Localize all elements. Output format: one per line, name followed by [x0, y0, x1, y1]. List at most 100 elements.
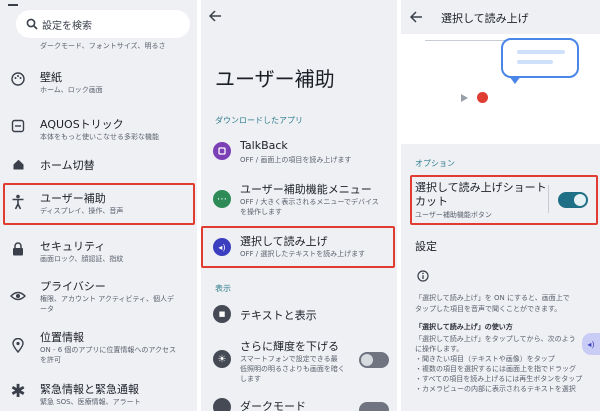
settings-item-sub: 本体をもっと使いこなせる多彩な機能: [40, 133, 159, 141]
howto-title: 「選択して読み上げ」の使い方: [415, 323, 513, 331]
settings-item-sub: を許可: [40, 356, 61, 364]
home-icon: [10, 156, 26, 172]
play-icon: [461, 94, 468, 102]
shortcut-sub: ユーザー補助機能ボタン: [415, 211, 492, 219]
text-display-item[interactable]: ■ テキストと表示: [201, 302, 397, 326]
howto-line: ・すべての項目を読み上げるには再生ボタンをタップ: [415, 375, 583, 383]
info-icon: [415, 268, 431, 284]
page-title: ユーザー補助: [215, 67, 335, 91]
settings-item-title: 壁紙: [40, 71, 62, 84]
settings-item-sub: ON - 6 個のアプリに位置情報へのアクセス: [40, 346, 177, 354]
dark-mode-icon: [213, 398, 231, 411]
settings-item-title: プライバシー: [40, 280, 106, 293]
settings-panel: 設定を検索 ダークモード、フォントサイズ、明るさ 壁紙 ホーム、ロック画面 AQ…: [0, 0, 197, 411]
section-header-downloaded: ダウンロードしたアプリ: [215, 116, 303, 125]
settings-item-sub: 緊急 SOS、医療情報、アラート: [40, 398, 141, 406]
howto-line: ・カメラビューの内部に表示されるテキストを選択: [415, 385, 576, 393]
item-sub: します: [240, 375, 261, 383]
dark-mode-toggle[interactable]: [359, 402, 389, 411]
display-sub-partial: ダークモード、フォントサイズ、明るさ: [40, 42, 166, 50]
howto-line: ・複数の項目を選択するには画面上を指でドラッグ: [415, 365, 576, 373]
extra-dim-item[interactable]: ☀ さらに輝度を下げる スマートフォンで設定できる最 低照明の明るさよりも画面を…: [201, 336, 397, 386]
settings-item-sub: ータ: [40, 305, 54, 313]
speaker-icon: ◂): [587, 339, 595, 349]
item-sub: OFF / 画面上の項目を読み上げます: [240, 156, 352, 164]
top-partial-icon: [8, 0, 18, 6]
item-sub: OFF / 選択したテキストを読み上げます: [240, 250, 366, 258]
back-arrow-icon[interactable]: [408, 9, 424, 25]
howto-line: ・聞きたい項目（テキストや画像）をタップ: [415, 355, 555, 363]
select-to-speak-item[interactable]: ◂) 選択して読み上げ OFF / 選択したテキストを読み上げます: [201, 226, 395, 268]
palette-icon: [10, 71, 26, 87]
accessibility-menu-item[interactable]: ⋯ ユーザー補助機能メニュー OFF / 大きく表示されるメニューでデバイス を…: [201, 179, 397, 221]
settings-item-title: 位置情報: [40, 331, 84, 344]
extra-dim-toggle[interactable]: [359, 352, 389, 368]
search-icon: [24, 16, 40, 32]
settings-item-accessibility[interactable]: ユーザー補助 ディスプレイ、操作、音声: [3, 183, 195, 225]
item-sub: スマートフォンで設定できる最: [240, 355, 338, 363]
accessibility-panel: ユーザー補助 ダウンロードしたアプリ TalkBack OFF / 画面上の項目…: [201, 0, 397, 411]
item-title: ダークモード: [240, 400, 306, 411]
brightness-icon: ☀: [213, 350, 231, 368]
item-title: TalkBack: [240, 139, 288, 152]
dark-mode-item[interactable]: ダークモード: [201, 396, 397, 411]
item-title: 選択して読み上げ: [240, 235, 328, 248]
select-to-speak-icon: ◂): [213, 238, 231, 256]
location-pin-icon: [10, 337, 26, 353]
illustration-speech-bubble: [501, 38, 579, 78]
settings-item-title: AQUOSトリック: [40, 118, 124, 131]
search-bar[interactable]: 設定を検索: [16, 10, 190, 38]
floating-accessibility-button[interactable]: ◂): [582, 333, 600, 355]
description-line: 「選択して読み上げ」を ON にすると、画面上で: [415, 294, 570, 302]
section-header-option: オプション: [415, 159, 455, 168]
item-title: さらに輝度を下げる: [240, 340, 339, 353]
settings-item-sub: 画面ロック、顔認証、指紋: [40, 255, 124, 263]
settings-item-sub: ホーム、ロック画面: [40, 86, 103, 94]
select-to-speak-panel: 選択して読み上げ オプション 選択して読み上げショート カット ユーザー補助機能…: [401, 0, 600, 411]
accessibility-icon: [10, 194, 26, 210]
bubble-line: [517, 50, 565, 54]
item-sub: OFF / 大きく表示されるメニューでデバイス: [240, 198, 379, 206]
shortcut-title: カット: [415, 195, 448, 208]
divider: [548, 185, 549, 213]
emergency-asterisk-icon: ✱: [10, 380, 26, 402]
howto-line: に操作します。: [415, 345, 464, 353]
settings-item-privacy[interactable]: プライバシー 権限、アカウント アクティビティ、個人デ ータ: [0, 276, 197, 320]
settings-item-title: ユーザー補助: [40, 192, 106, 205]
aquos-trick-icon: [10, 118, 26, 134]
shortcut-toggle[interactable]: [558, 192, 588, 208]
settings-item-security[interactable]: セキュリティ 画面ロック、顔認証、指紋: [0, 234, 197, 268]
settings-label[interactable]: 設定: [415, 238, 437, 254]
talkback-item[interactable]: TalkBack OFF / 画面上の項目を読み上げます: [201, 136, 397, 168]
settings-item-title: 緊急情報と緊急通報: [40, 383, 139, 396]
settings-item-emergency[interactable]: ✱ 緊急情報と緊急通報 緊急 SOS、医療情報、アラート: [0, 377, 197, 411]
item-sub: 低照明の明るさよりも画面を暗く: [240, 365, 345, 373]
item-sub: を操作します: [240, 208, 282, 216]
toggle-knob: [361, 354, 373, 366]
privacy-eye-icon: [10, 288, 26, 304]
settings-item-wallpaper[interactable]: 壁紙 ホーム、ロック画面: [0, 64, 197, 98]
back-arrow-icon[interactable]: [207, 8, 223, 24]
accessibility-menu-icon: ⋯: [213, 190, 231, 208]
search-placeholder: 設定を検索: [42, 21, 92, 32]
item-title: ユーザー補助機能メニュー: [240, 183, 372, 196]
settings-item-sub: 権限、アカウント アクティビティ、個人デ: [40, 295, 175, 303]
settings-item-aquos-trick[interactable]: AQUOSトリック 本体をもっと使いこなせる多彩な機能: [0, 111, 197, 145]
bubble-line: [517, 60, 553, 64]
bubble-tail: [509, 76, 521, 84]
settings-item-location[interactable]: 位置情報 ON - 6 個のアプリに位置情報へのアクセス を許可: [0, 327, 197, 371]
lock-icon: [10, 241, 26, 257]
settings-item-title: ホーム切替: [40, 159, 95, 172]
shortcut-item[interactable]: 選択して読み上げショート カット ユーザー補助機能ボタン: [410, 175, 598, 225]
stop-button-icon: [477, 92, 488, 103]
talkback-icon: [213, 142, 231, 160]
illustration-phone-line: [425, 40, 509, 41]
section-header-display: 表示: [215, 284, 231, 293]
settings-item-title: セキュリティ: [40, 240, 106, 253]
page-title: 選択して読み上げ: [441, 12, 529, 25]
settings-item-home-switch[interactable]: ホーム切替: [0, 152, 197, 176]
howto-line: 「選択して読み上げ」をタップしてから、次のよう: [415, 335, 576, 343]
illustration: [401, 34, 600, 144]
settings-item-sub: ディスプレイ、操作、音声: [40, 207, 124, 215]
item-title: テキストと表示: [240, 309, 317, 322]
